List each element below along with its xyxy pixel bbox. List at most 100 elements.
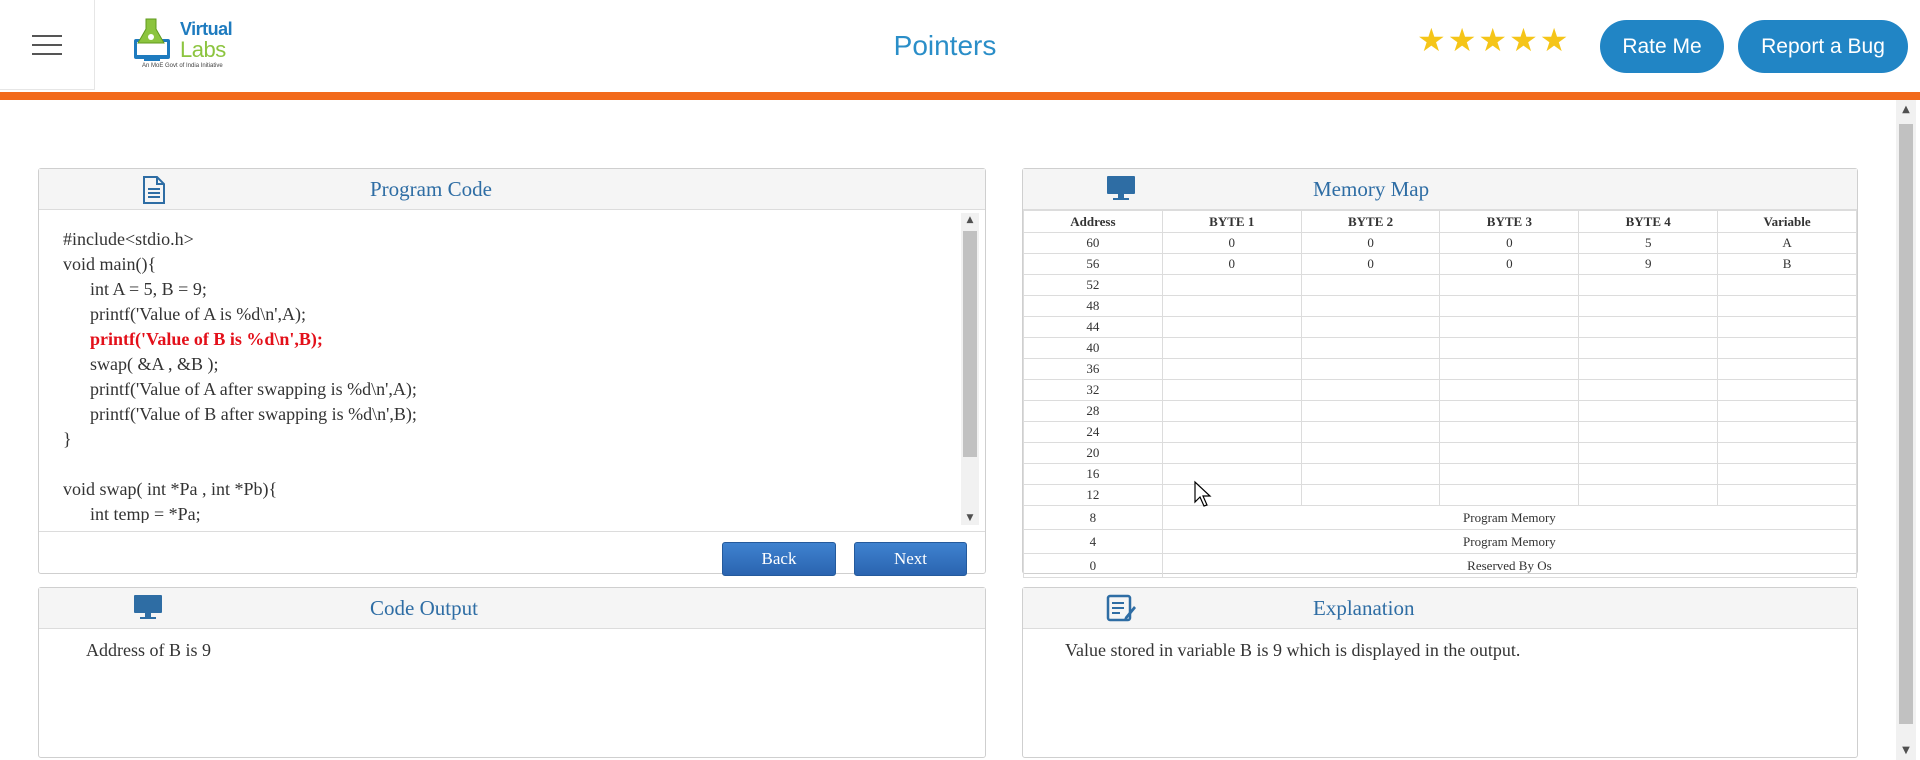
- header-accent-bar: [0, 92, 1920, 100]
- byte-cell: 9: [1578, 253, 1719, 275]
- code-line: }: [63, 429, 72, 449]
- panel-header: Memory Map: [1023, 169, 1857, 210]
- variable-cell: [1717, 400, 1857, 422]
- rating-stars[interactable]: ★ ★ ★ ★ ★: [1417, 24, 1568, 56]
- table-row: 44: [1023, 316, 1857, 338]
- address-cell: 60: [1023, 232, 1163, 254]
- byte-cell: [1578, 463, 1719, 485]
- virtual-labs-logo[interactable]: Virtual Labs An MoE Govt of India Initia…: [132, 15, 242, 75]
- table-row: 16: [1023, 463, 1857, 485]
- table-row: 36: [1023, 358, 1857, 380]
- scroll-down-icon[interactable]: ▼: [1896, 745, 1916, 756]
- address-cell: 20: [1023, 442, 1163, 464]
- byte-cell: [1439, 379, 1580, 401]
- byte-cell: 0: [1161, 253, 1302, 275]
- byte-cell: [1300, 358, 1441, 380]
- report-bug-button[interactable]: Report a Bug: [1738, 20, 1908, 73]
- scrollbar-thumb[interactable]: [963, 231, 977, 457]
- byte-cell: [1578, 484, 1719, 506]
- logo-tagline: An MoE Govt of India Initiative: [142, 63, 223, 69]
- code-listing[interactable]: #include<stdio.h> void main(){ int A = 5,…: [63, 227, 973, 523]
- document-icon: [143, 176, 165, 204]
- byte-cell: [1300, 337, 1441, 359]
- page-title: Pointers: [893, 30, 997, 61]
- star-icon[interactable]: ★: [1417, 24, 1446, 56]
- table-row: 56 0 0 0 9 B: [1023, 253, 1857, 275]
- star-icon[interactable]: ★: [1478, 24, 1507, 56]
- byte-cell: [1439, 484, 1580, 506]
- page-scrollbar[interactable]: ▲ ▼: [1896, 100, 1916, 760]
- byte-cell: [1578, 421, 1719, 443]
- address-cell: 52: [1023, 274, 1163, 296]
- address-cell: 24: [1023, 421, 1163, 443]
- byte-cell: 0: [1161, 232, 1302, 254]
- code-line: printf('Value of A after swapping is %d\…: [63, 379, 417, 399]
- next-button[interactable]: Next: [854, 542, 967, 576]
- byte-cell: [1300, 484, 1441, 506]
- byte-cell: [1161, 442, 1302, 464]
- top-header: Virtual Labs An MoE Govt of India Initia…: [0, 0, 1920, 92]
- byte-cell: [1161, 400, 1302, 422]
- table-row: 40: [1023, 337, 1857, 359]
- program-code-panel: Program Code #include<stdio.h> void main(…: [38, 168, 986, 576]
- byte-cell: 0: [1300, 253, 1441, 275]
- byte-cell: [1161, 421, 1302, 443]
- panel-header: Explanation: [1023, 588, 1857, 629]
- byte-cell: [1439, 421, 1580, 443]
- byte-cell: 0: [1439, 232, 1580, 254]
- byte-cell: 5: [1578, 232, 1719, 254]
- code-output-text: Address of B is 9: [86, 640, 211, 660]
- table-row: 24: [1023, 421, 1857, 443]
- flask-logo-icon: [134, 18, 170, 61]
- byte-cell: [1578, 316, 1719, 338]
- star-icon[interactable]: ★: [1540, 24, 1569, 56]
- memory-region-cell: Program Memory: [1161, 529, 1858, 554]
- rate-me-button[interactable]: Rate Me: [1600, 20, 1724, 73]
- back-button[interactable]: Back: [722, 542, 836, 576]
- code-line: void main(){: [63, 254, 157, 274]
- table-row: 4 Program Memory: [1023, 529, 1858, 554]
- byte-cell: [1439, 274, 1580, 296]
- byte-cell: [1578, 337, 1719, 359]
- code-scrollbar[interactable]: ▲ ▼: [961, 213, 979, 525]
- byte-cell: [1578, 442, 1719, 464]
- byte-cell: 0: [1300, 232, 1441, 254]
- memory-region-cell: Reserved By Os: [1161, 553, 1858, 578]
- byte-cell: [1161, 337, 1302, 359]
- address-cell: 0: [1023, 553, 1163, 578]
- byte-cell: [1300, 295, 1441, 317]
- address-cell: 4: [1023, 529, 1163, 554]
- byte-cell: [1300, 274, 1441, 296]
- address-cell: 16: [1023, 463, 1163, 485]
- hamburger-menu-button[interactable]: [0, 0, 95, 90]
- column-header: BYTE 4: [1578, 210, 1719, 233]
- explanation-panel: Explanation Value stored in variable B i…: [1022, 587, 1858, 758]
- memory-map-table: Address BYTE 1 BYTE 2 BYTE 3 BYTE 4 Variable …: [1023, 210, 1858, 578]
- panel-header: Program Code: [39, 169, 985, 210]
- scrollbar-thumb[interactable]: [1899, 124, 1913, 724]
- table-row: 52: [1023, 274, 1857, 296]
- variable-cell: [1717, 358, 1857, 380]
- star-icon[interactable]: ★: [1509, 24, 1538, 56]
- code-line: #include<stdio.h>: [63, 229, 194, 249]
- byte-cell: [1439, 400, 1580, 422]
- byte-cell: [1578, 295, 1719, 317]
- panel-title: Memory Map: [1313, 177, 1430, 201]
- table-row: 48: [1023, 295, 1857, 317]
- variable-cell: [1717, 421, 1857, 443]
- variable-cell: B: [1717, 253, 1857, 275]
- byte-cell: [1161, 274, 1302, 296]
- code-footer-divider: [39, 531, 985, 532]
- panel-header: Code Output: [39, 588, 985, 629]
- scroll-up-icon[interactable]: ▲: [961, 215, 979, 225]
- code-line-highlighted: printf('Value of B is %d\n',B);: [63, 329, 323, 349]
- byte-cell: [1161, 379, 1302, 401]
- byte-cell: [1439, 442, 1580, 464]
- panel-title: Code Output: [370, 596, 478, 620]
- scroll-down-icon[interactable]: ▼: [961, 513, 979, 523]
- variable-cell: [1717, 379, 1857, 401]
- star-icon[interactable]: ★: [1448, 24, 1477, 56]
- scroll-up-icon[interactable]: ▲: [1896, 104, 1916, 115]
- code-line: void swap( int *Pa , int *Pb){: [63, 479, 278, 499]
- table-row: 28: [1023, 400, 1857, 422]
